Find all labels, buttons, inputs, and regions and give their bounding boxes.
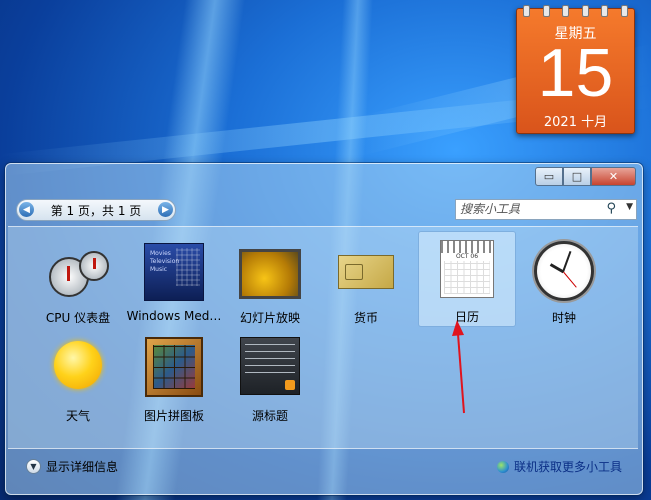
gadget-tile-picture-puzzle[interactable]: 图片拼图板	[126, 331, 222, 425]
calendar-day: 15	[537, 35, 614, 111]
previous-page-icon[interactable]: ◀	[19, 202, 34, 217]
slideshow-icon	[239, 249, 301, 299]
get-more-gadgets-label: 联机获取更多小工具	[513, 460, 622, 474]
gadget-tile-media-center[interactable]: Movies Television Music Windows Med…	[126, 233, 222, 327]
gadget-tile-slideshow[interactable]: 幻灯片放映	[222, 233, 318, 327]
gadget-gallery-window: ▭ □ ✕ ◀ 第 1 页，共 1 页 ▶ ⚲ ▼ CPU 仪表盘 Movies…	[5, 163, 643, 495]
globe-icon	[496, 460, 509, 473]
gadget-label: 图片拼图板	[143, 409, 204, 423]
search-icon[interactable]: ⚲	[606, 201, 616, 216]
picture-puzzle-icon	[145, 337, 203, 397]
calendar-month-year: 2021 十月	[543, 115, 608, 130]
search-input[interactable]	[460, 201, 600, 216]
calendar-icon: OCT 06	[440, 240, 494, 298]
gadget-tile-currency[interactable]: 货币	[318, 233, 414, 327]
windows-media-center-icon: Movies Television Music	[144, 243, 204, 301]
search-box: ⚲ ▼	[455, 199, 637, 220]
chevron-down-icon[interactable]: ▼	[26, 459, 41, 474]
gadget-tile-clock[interactable]: 时钟	[516, 233, 612, 327]
gadget-label: 源标题	[251, 409, 288, 423]
gadget-label: 日历	[454, 310, 479, 324]
gadget-tile-weather[interactable]: 天气	[30, 331, 126, 425]
cpu-meter-icon	[49, 251, 109, 297]
close-button[interactable]: ✕	[591, 167, 636, 186]
show-details-label: 显示详细信息	[46, 460, 119, 474]
restore-button[interactable]: □	[563, 167, 591, 186]
gadget-tile-cpu[interactable]: CPU 仪表盘	[30, 233, 126, 327]
gadget-label: 天气	[65, 409, 90, 423]
gadget-label: Windows Med…	[126, 309, 222, 323]
show-details-toggle[interactable]: ▼ 显示详细信息	[26, 458, 118, 475]
page-navigator: ◀ 第 1 页，共 1 页 ▶	[16, 199, 176, 221]
feed-headlines-icon	[240, 337, 300, 395]
gadget-label: 时钟	[551, 311, 576, 325]
next-page-icon[interactable]: ▶	[158, 202, 173, 217]
calendar-rings	[523, 5, 628, 17]
get-more-gadgets-link[interactable]: 联机获取更多小工具	[496, 458, 622, 475]
gadget-tile-calendar[interactable]: OCT 06 日历	[418, 231, 516, 327]
gadget-label: 货币	[353, 311, 378, 325]
window-controls: ▭ □ ✕	[535, 167, 636, 186]
currency-icon	[338, 255, 394, 289]
minimize-button[interactable]: ▭	[535, 167, 563, 186]
weather-icon	[54, 341, 102, 389]
desktop-calendar-gadget[interactable]: 星期五 15 2021 十月	[516, 5, 635, 134]
gadget-label: CPU 仪表盘	[45, 311, 111, 325]
page-indicator: 第 1 页，共 1 页	[50, 204, 142, 218]
gadget-tile-feed-headlines[interactable]: 源标题	[222, 331, 318, 425]
gadget-grid: CPU 仪表盘 Movies Television Music Windows Me…	[8, 226, 638, 449]
gadget-label: 幻灯片放映	[239, 311, 300, 325]
clock-icon	[534, 241, 594, 301]
chevron-down-icon[interactable]: ▼	[626, 202, 633, 212]
